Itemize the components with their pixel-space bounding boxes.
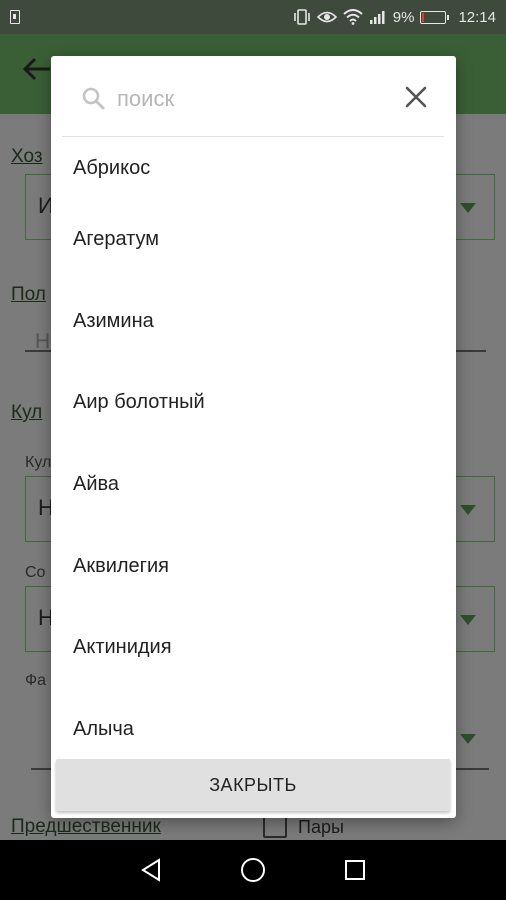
back-arrow-icon[interactable] bbox=[22, 56, 52, 90]
bg-label-field: Пол bbox=[11, 284, 46, 305]
battery-fill bbox=[422, 12, 425, 22]
search-row bbox=[51, 56, 456, 136]
bg-sublabel-culture: Кул bbox=[25, 454, 52, 471]
sim-icon bbox=[10, 10, 20, 24]
list-item[interactable]: Аир болотный bbox=[51, 362, 456, 444]
bg-label-predecessor: Предшественник bbox=[11, 816, 161, 837]
clock: 12:14 bbox=[458, 8, 496, 26]
list-item[interactable]: Аквилегия bbox=[51, 525, 456, 607]
bg-sublabel-phase: Фа bbox=[25, 672, 47, 689]
home-circle-icon bbox=[241, 858, 265, 882]
recents-nav-button[interactable] bbox=[340, 855, 370, 885]
select-dialog: Абрикос Агератум Азимина Аир болотный Ай… bbox=[51, 56, 456, 818]
bg-label-culture: Кул bbox=[11, 402, 43, 423]
recents-square-icon bbox=[345, 860, 365, 880]
bg-sublabel-variety: Со bbox=[25, 564, 46, 581]
bg-label-owner: Хоз bbox=[11, 146, 43, 167]
vibrate-icon bbox=[293, 9, 310, 25]
navigation-bar bbox=[0, 840, 506, 900]
close-icon[interactable] bbox=[402, 83, 430, 111]
back-triangle-icon bbox=[141, 858, 160, 882]
bg-checkbox-label: Пары bbox=[298, 817, 344, 837]
list-item[interactable]: Агератум bbox=[51, 199, 456, 281]
battery-icon bbox=[420, 10, 450, 24]
bg-dropdown-arrow-icon bbox=[460, 734, 476, 744]
item-list: Абрикос Агератум Азимина Аир болотный Ай… bbox=[51, 137, 456, 759]
list-item[interactable]: Алыча bbox=[51, 689, 456, 759]
eye-icon bbox=[316, 11, 337, 23]
list-item[interactable]: Актинидия bbox=[51, 607, 456, 689]
search-input[interactable] bbox=[117, 82, 387, 116]
battery-percent: 9% bbox=[392, 8, 415, 26]
close-button[interactable]: ЗАКРЫТЬ bbox=[56, 759, 450, 811]
list-item[interactable]: Айва bbox=[51, 444, 456, 526]
list-item[interactable]: Абрикос bbox=[51, 137, 456, 199]
status-bar: 9% 12:14 bbox=[0, 0, 506, 34]
home-nav-button[interactable] bbox=[238, 855, 268, 885]
signal-icon bbox=[369, 11, 385, 24]
list-item[interactable]: Азимина bbox=[51, 281, 456, 363]
search-icon bbox=[82, 87, 105, 110]
back-nav-button[interactable] bbox=[136, 855, 166, 885]
wifi-icon bbox=[343, 9, 363, 25]
